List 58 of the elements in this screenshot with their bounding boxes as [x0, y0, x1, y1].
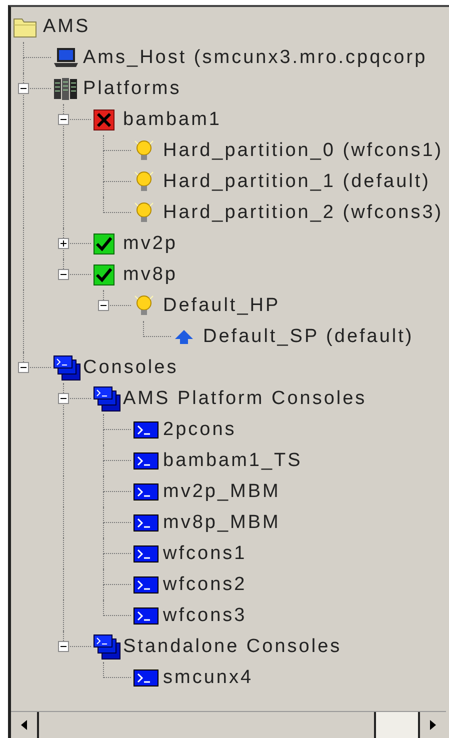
up-arrow-icon	[173, 328, 195, 346]
console-icon	[133, 668, 159, 686]
console-icon	[133, 452, 159, 470]
tree-item[interactable]: mv2p_MBM	[161, 480, 280, 502]
scroll-right-button[interactable]	[418, 712, 446, 738]
console-stack-icon	[93, 386, 121, 412]
console-icon	[133, 576, 159, 594]
tree-item[interactable]: Hard_partition_0 (wfcons1)	[161, 140, 444, 162]
console-icon	[133, 514, 159, 532]
server-rack-icon	[53, 76, 79, 100]
console-icon	[133, 420, 159, 438]
tree-item[interactable]: 2pcons	[161, 418, 236, 440]
laptop-icon	[53, 46, 79, 68]
left-arrow-icon	[20, 720, 28, 730]
scroll-left-button[interactable]	[11, 712, 39, 738]
expand-toggle[interactable]	[58, 269, 69, 280]
lightbulb-icon	[133, 200, 155, 224]
tree-item[interactable]: smcunx4	[161, 666, 254, 688]
tree-item[interactable]: Hard_partition_1 (default)	[161, 170, 430, 192]
console-icon	[133, 544, 159, 562]
expand-toggle[interactable]	[58, 238, 69, 249]
tree-item[interactable]: AMS	[41, 16, 90, 38]
tree-item[interactable]: Hard_partition_2 (wfcons3)	[161, 202, 444, 224]
console-stack-icon	[93, 634, 121, 660]
tree-item[interactable]: Ams_Host (smcunx3.mro.cpqcorp	[81, 46, 428, 68]
console-icon	[133, 482, 159, 500]
tree-item[interactable]: mv8p_MBM	[161, 512, 280, 534]
expand-toggle[interactable]	[98, 300, 109, 311]
tree-item[interactable]: wfcons2	[161, 574, 247, 596]
expand-toggle[interactable]	[58, 393, 69, 404]
tree-item[interactable]: AMS Platform Consoles	[121, 388, 367, 410]
right-arrow-icon	[429, 720, 437, 730]
console-icon	[133, 606, 159, 624]
lightbulb-icon	[133, 138, 155, 162]
tree-item[interactable]: Consoles	[81, 356, 178, 378]
expand-toggle[interactable]	[18, 83, 29, 94]
tree-item[interactable]: Default_HP	[161, 294, 280, 316]
lightbulb-icon	[133, 294, 155, 318]
expand-toggle[interactable]	[58, 114, 69, 125]
expand-toggle[interactable]	[58, 641, 69, 652]
tree-item[interactable]: mv2p	[121, 232, 178, 254]
folder-icon	[13, 16, 37, 38]
error-icon	[93, 108, 115, 130]
check-icon	[93, 264, 115, 286]
scroll-thumb[interactable]	[374, 712, 418, 738]
tree-item[interactable]: Standalone Consoles	[121, 636, 342, 658]
expand-toggle[interactable]	[18, 362, 29, 373]
console-stack-icon	[53, 354, 81, 380]
tree-item[interactable]: bambam1	[121, 108, 222, 130]
tree-item[interactable]: wfcons1	[161, 542, 247, 564]
lightbulb-icon	[133, 170, 155, 194]
tree-item[interactable]: mv8p	[121, 264, 178, 286]
horizontal-scrollbar[interactable]	[11, 711, 446, 738]
tree-item[interactable]: wfcons3	[161, 604, 247, 626]
check-icon	[93, 232, 115, 254]
tree-item[interactable]: bambam1_TS	[161, 450, 302, 472]
tree-item[interactable]: Platforms	[81, 78, 182, 100]
tree-item[interactable]: Default_SP (default)	[201, 326, 414, 348]
